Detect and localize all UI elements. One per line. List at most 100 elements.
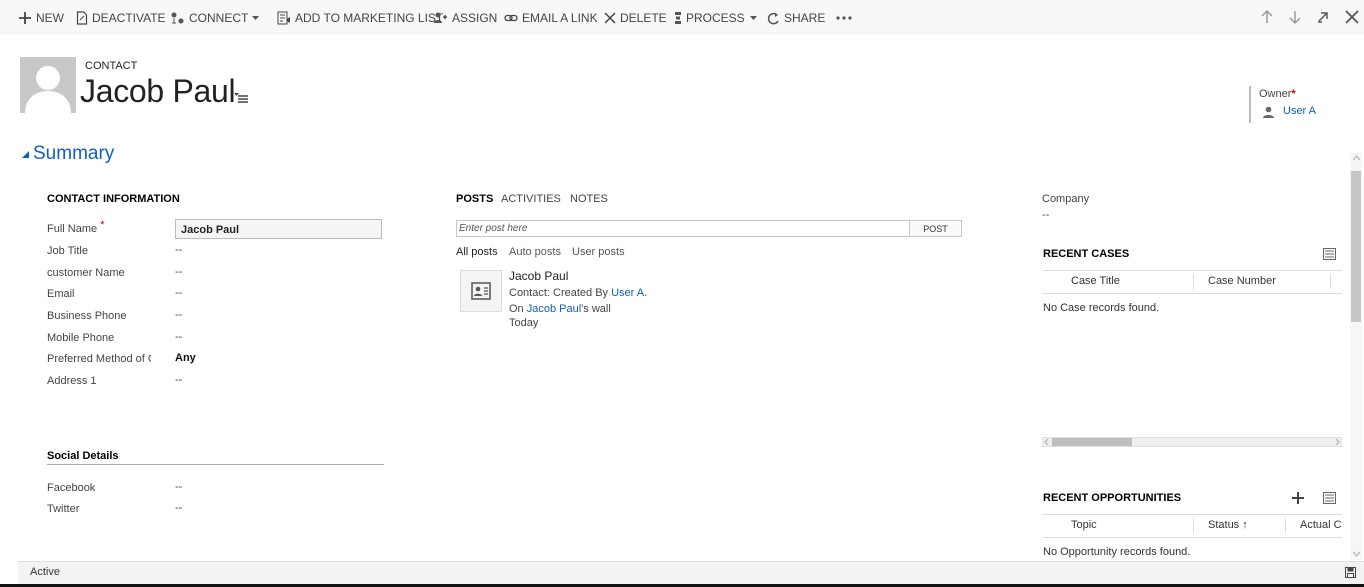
collapse-icon[interactable]	[22, 151, 29, 158]
email-field[interactable]: --	[175, 287, 182, 299]
post-line-2: On Jacob Paul's wall	[509, 303, 611, 315]
add-icon[interactable]	[1292, 492, 1304, 504]
customer-name-field[interactable]: --	[175, 266, 182, 278]
twitter-field[interactable]: --	[175, 502, 182, 514]
column-topic[interactable]: Topic	[1071, 519, 1097, 531]
post-wall-link[interactable]: Jacob Paul	[527, 303, 581, 315]
filter-all-posts[interactable]: All posts	[456, 246, 498, 258]
post-input[interactable]: Enter post here	[456, 220, 910, 237]
horizontal-scrollbar[interactable]	[1042, 437, 1342, 447]
assign-button[interactable]: ASSIGN	[433, 10, 497, 26]
add-to-marketing-list-button[interactable]: ADD TO MARKETING LIST	[277, 10, 443, 26]
divider	[1043, 270, 1342, 271]
twitter-label: Twitter	[47, 503, 80, 515]
post-button[interactable]: POST	[910, 220, 962, 237]
summary-section-title[interactable]: Summary	[33, 143, 114, 165]
customer-name-label: customer Name	[47, 267, 125, 279]
command-bar: NEW DEACTIVATE CONNECT ADD TO MARKETING …	[0, 0, 1364, 35]
deactivate-button[interactable]: DEACTIVATE	[76, 10, 166, 26]
mobile-phone-field[interactable]: --	[175, 331, 182, 343]
full-name-label: Full Name *	[47, 219, 105, 235]
chevron-down-icon	[252, 16, 259, 20]
connect-icon	[171, 12, 184, 24]
full-name-field[interactable]: Jacob Paul	[175, 219, 382, 239]
process-icon	[675, 12, 681, 24]
email-label: Email	[47, 288, 75, 300]
assign-icon	[434, 12, 447, 23]
tab-activities[interactable]: ACTIVITIES	[501, 193, 561, 205]
ellipsis-icon	[836, 16, 852, 20]
vertical-scrollbar[interactable]	[1350, 153, 1362, 560]
marketing-list-icon	[277, 11, 290, 25]
share-icon	[767, 12, 779, 24]
person-placeholder-icon	[25, 66, 71, 113]
contact-information-heading: CONTACT INFORMATION	[47, 193, 180, 205]
column-actual-close[interactable]: Actual Cl	[1300, 519, 1342, 531]
scrollbar-thumb[interactable]	[1052, 438, 1132, 446]
email-a-link-button[interactable]: EMAIL A LINK	[504, 10, 598, 26]
new-button[interactable]: NEW	[18, 10, 64, 26]
business-phone-field[interactable]: --	[175, 309, 182, 321]
chevron-up-icon[interactable]	[1353, 155, 1360, 161]
recent-opportunities-title: RECENT OPPORTUNITIES	[1043, 492, 1182, 504]
tab-notes[interactable]: NOTES	[570, 193, 608, 205]
post-time: Today	[509, 317, 539, 329]
status-bar: Active	[18, 561, 1364, 584]
entity-name: CONTACT	[85, 60, 138, 72]
no-opportunities-message: No Opportunity records found.	[1043, 546, 1191, 558]
recent-cases-title: RECENT CASES	[1043, 248, 1130, 260]
job-title-label: Job Title	[47, 245, 88, 257]
divider	[1043, 293, 1342, 294]
preferred-method-label: Preferred Method of C	[47, 353, 151, 365]
owner-value[interactable]: User A	[1283, 105, 1316, 117]
user-icon	[1263, 106, 1274, 118]
address-1-label: Address 1	[47, 375, 97, 387]
link-icon	[504, 14, 518, 22]
scrollbar-thumb[interactable]	[1351, 171, 1361, 322]
record-name: Jacob Paul	[80, 73, 236, 109]
address-1-field[interactable]: --	[175, 374, 182, 386]
document-icon	[76, 11, 88, 25]
chevron-left-icon[interactable]	[1044, 439, 1050, 445]
facebook-field[interactable]: --	[175, 481, 182, 493]
company-field[interactable]: --	[1042, 209, 1049, 221]
preferred-method-field[interactable]: Any	[175, 352, 196, 364]
divider	[1193, 518, 1194, 533]
view-list-icon[interactable]	[1323, 492, 1336, 504]
social-details-heading: Social Details	[47, 450, 119, 462]
popout-icon[interactable]	[1315, 9, 1331, 25]
owner-label: Owner*	[1259, 88, 1296, 100]
filter-user-posts[interactable]: User posts	[572, 246, 625, 258]
connect-dropdown[interactable]	[251, 10, 260, 26]
form-selector-icon[interactable]	[233, 91, 249, 103]
more-commands-button[interactable]	[836, 10, 852, 26]
column-status[interactable]: Status ↑	[1208, 519, 1248, 531]
no-cases-message: No Case records found.	[1043, 302, 1160, 314]
filter-auto-posts[interactable]: Auto posts	[509, 246, 561, 258]
divider	[1330, 274, 1331, 289]
column-case-title[interactable]: Case Title	[1071, 275, 1120, 287]
column-case-number[interactable]: Case Number	[1208, 275, 1276, 287]
owner-divider	[1249, 86, 1251, 123]
tab-posts[interactable]: POSTS	[456, 193, 493, 205]
business-phone-label: Business Phone	[47, 310, 127, 322]
avatar[interactable]	[20, 57, 76, 113]
chevron-down-icon[interactable]	[1353, 551, 1360, 557]
job-title-field[interactable]: --	[175, 244, 182, 256]
close-icon[interactable]	[1344, 9, 1360, 25]
view-list-icon[interactable]	[1323, 248, 1336, 260]
divider	[1043, 514, 1342, 515]
contact-card-icon	[471, 282, 491, 300]
share-button[interactable]: SHARE	[767, 10, 825, 26]
divider	[1285, 518, 1286, 533]
arrow-up-icon[interactable]	[1259, 9, 1275, 25]
connect-button[interactable]: CONNECT	[170, 10, 248, 26]
save-icon[interactable]	[1345, 567, 1356, 578]
post-user-link[interactable]: User A.	[611, 287, 647, 299]
arrow-down-icon[interactable]	[1287, 9, 1303, 25]
mobile-phone-label: Mobile Phone	[47, 332, 115, 344]
chevron-right-icon[interactable]	[1334, 439, 1340, 445]
process-button[interactable]: PROCESS	[674, 10, 758, 26]
post-author[interactable]: Jacob Paul	[509, 269, 568, 283]
delete-button[interactable]: DELETE	[604, 10, 667, 26]
